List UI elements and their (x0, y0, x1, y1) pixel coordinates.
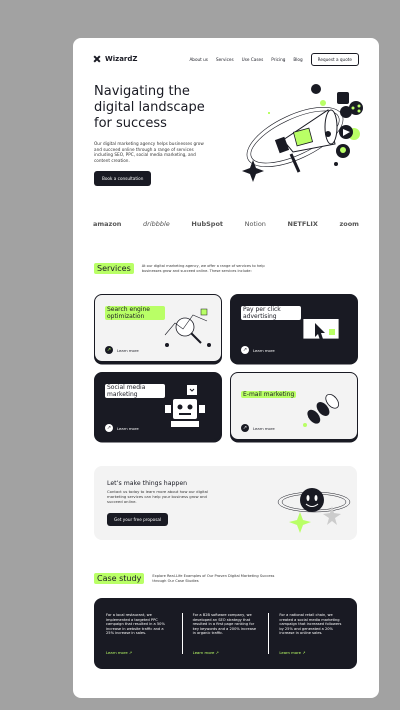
client-logos: amazon dribbble HubSpot Notion NETFLIX z… (93, 220, 359, 228)
arrow-icon: ↗ (302, 650, 306, 656)
learn-more-label: Learn more (106, 650, 128, 656)
case-study-item: For a B2B software company, we developed… (181, 613, 259, 656)
case-study-text: For a B2B software company, we developed… (192, 613, 257, 636)
nav-links: About us Services Use Cases Pricing Blog… (189, 52, 359, 66)
seo-illustration-icon (164, 308, 211, 347)
service-card-seo[interactable]: Search engine optimization ↗ Learn more (94, 294, 222, 362)
nav-link-pricing[interactable]: Pricing (271, 57, 285, 62)
learn-more-label: Learn more (192, 650, 215, 656)
arrow-icon: ↗ (241, 346, 249, 354)
services-description: At our digital marketing agency, we offe… (141, 263, 265, 273)
cta-title: Let’s make things happen (107, 480, 188, 487)
logo-hubspot: HubSpot (191, 220, 224, 228)
logo-zoom: zoom (339, 220, 359, 228)
logo-icon (93, 55, 101, 63)
learn-more-label: Learn more (279, 650, 301, 656)
learn-more-link[interactable]: Learn more ↗ (279, 651, 305, 656)
nav-link-services[interactable]: Services (216, 57, 234, 62)
arrow-icon: ↗ (105, 346, 113, 354)
learn-more-label: Learn more (253, 347, 275, 353)
nav-link-use-cases[interactable]: Use Cases (242, 57, 264, 62)
landing-page: WizardZ About us Services Use Cases Pric… (73, 38, 379, 698)
brand-name: WizardZ (105, 55, 138, 63)
cta-panel: Let’s make things happen Contact us toda… (94, 466, 357, 540)
learn-more-link[interactable]: Learn more ↗ (106, 651, 132, 656)
book-consultation-button[interactable]: Book a consultation (94, 171, 152, 186)
service-card-ppc[interactable]: Pay per click advertising ↗ Learn more (230, 294, 358, 362)
case-study-heading: Case study (94, 573, 145, 584)
arrow-icon: ↗ (128, 650, 133, 656)
case-study-header: Case study Explore Real-Life Examples of… (94, 573, 280, 584)
hero-text: Our digital marketing agency helps busin… (94, 141, 204, 163)
cta-text: Contact us today to learn more about how… (107, 489, 208, 504)
email-illustration-icon (303, 393, 340, 427)
service-card-email[interactable]: E-mail marketing ↗ Learn more (230, 372, 358, 440)
case-study-panel: For a local restaurant, we implemented a… (94, 598, 357, 669)
service-card-social[interactable]: Social media marketing ↗ Learn more (94, 372, 222, 440)
social-illustration-icon (165, 385, 205, 427)
service-card-title: E-mail marketing (241, 391, 297, 398)
learn-more-link[interactable]: ↗ Learn more (105, 346, 139, 354)
service-card-title: Social media marketing (105, 384, 165, 398)
logo-notion: Notion (244, 220, 266, 228)
service-card-title: Pay per click advertising (241, 306, 301, 320)
nav-link-about[interactable]: About us (189, 57, 208, 62)
top-nav: WizardZ About us Services Use Cases Pric… (93, 50, 359, 68)
case-study-text: For a local restaurant, we implemented a… (106, 613, 165, 636)
learn-more-label: Learn more (117, 425, 139, 431)
services-header: Services At our digital marketing agency… (94, 263, 270, 274)
learn-more-link[interactable]: ↗ Learn more (241, 346, 275, 354)
logo[interactable]: WizardZ (93, 55, 137, 63)
megaphone-illustration-icon (242, 84, 363, 182)
service-card-title: Search engine optimization (105, 306, 165, 320)
ppc-illustration-icon (302, 314, 340, 340)
learn-more-link[interactable]: Learn more ↗ (193, 651, 219, 656)
hero-title: Navigating the digital landscape for suc… (94, 84, 205, 131)
learn-more-label: Learn more (253, 425, 275, 431)
logo-amazon: amazon (93, 220, 122, 228)
learn-more-link[interactable]: ↗ Learn more (241, 424, 275, 432)
case-study-item: For a local restaurant, we implemented a… (106, 613, 172, 656)
case-study-text: For a national retail chain, we created … (279, 613, 342, 636)
smiley-orbit-illustration-icon (277, 488, 351, 533)
arrow-icon: ↗ (105, 424, 113, 432)
learn-more-label: Learn more (117, 347, 139, 353)
case-study-item: For a national retail chain, we created … (268, 613, 345, 656)
request-quote-button[interactable]: Request a quote (310, 52, 359, 66)
case-study-description: Explore Real-Life Examples of Our Proven… (152, 573, 275, 583)
nav-link-blog[interactable]: Blog (293, 57, 302, 62)
services-heading: Services (94, 263, 134, 274)
free-proposal-button[interactable]: Get your free proposal (107, 513, 169, 526)
arrow-icon: ↗ (215, 650, 219, 656)
logo-dribbble: dribbble (143, 220, 170, 228)
learn-more-link[interactable]: ↗ Learn more (105, 424, 139, 432)
logo-netflix: NETFLIX (287, 220, 318, 228)
arrow-icon: ↗ (241, 424, 249, 432)
